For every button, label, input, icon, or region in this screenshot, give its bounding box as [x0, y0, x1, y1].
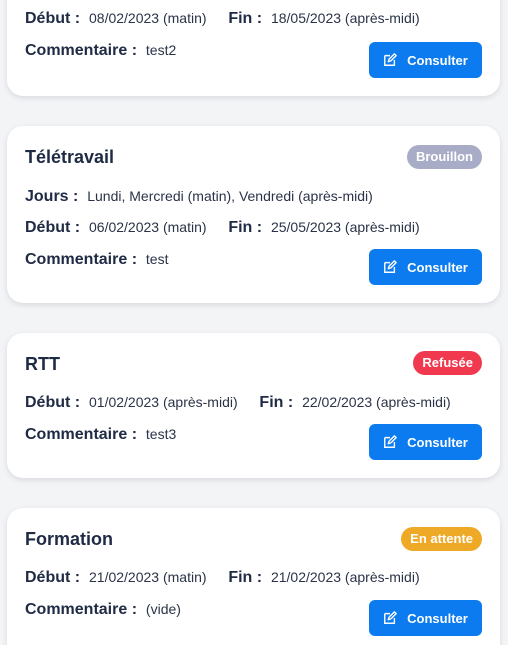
- date-row: Début : 08/02/2023 (matin) Fin : 18/05/2…: [25, 10, 420, 28]
- days-row: Jours : Lundi, Mercredi (matin), Vendred…: [25, 188, 373, 206]
- comment-value: test: [145, 251, 169, 267]
- edit-icon: [384, 611, 397, 624]
- consult-button-label: Consulter: [407, 610, 468, 626]
- request-card: Début : 08/02/2023 (matin) Fin : 18/05/2…: [7, 0, 500, 96]
- end-value: 22/02/2023 (après-midi): [302, 394, 451, 410]
- status-badge: Brouillon: [406, 145, 482, 169]
- days-label: Jours :: [25, 188, 79, 205]
- start-label: Début :: [25, 394, 81, 411]
- request-type-title: Télétravail: [25, 147, 115, 167]
- edit-icon: [384, 260, 397, 273]
- request-type-title: RTT: [25, 354, 60, 374]
- comment-value: test3: [145, 426, 177, 442]
- start-value: 01/02/2023 (après-midi): [89, 394, 238, 410]
- comment-label: Commentaire :: [25, 251, 138, 268]
- comment-row: Commentaire : (vide): [25, 601, 181, 619]
- request-type-title: Formation: [25, 529, 113, 549]
- start-label: Début :: [25, 219, 81, 236]
- date-row: Début : 21/02/2023 (matin) Fin : 21/02/2…: [25, 569, 420, 587]
- status-badge: Refusée: [413, 351, 482, 375]
- consult-button[interactable]: Consulter: [369, 42, 482, 78]
- end-label: Fin :: [259, 394, 294, 411]
- start-value: 21/02/2023 (matin): [89, 569, 207, 585]
- request-card: RTT Refusée Début : 01/02/2023 (après-mi…: [7, 333, 500, 478]
- comment-row: Commentaire : test3: [25, 426, 176, 444]
- consult-button-label: Consulter: [407, 434, 468, 450]
- start-label: Début :: [25, 569, 81, 586]
- end-label: Fin :: [228, 219, 263, 236]
- consult-button-label: Consulter: [407, 259, 468, 275]
- consult-button-label: Consulter: [407, 52, 468, 68]
- date-row: Début : 01/02/2023 (après-midi) Fin : 22…: [25, 394, 451, 412]
- request-card: Télétravail Brouillon Jours : Lundi, Mer…: [7, 126, 500, 303]
- end-label: Fin :: [228, 569, 263, 586]
- end-value: 25/05/2023 (après-midi): [270, 219, 420, 235]
- start-value: 08/02/2023 (matin): [89, 10, 207, 26]
- comment-value: (vide): [145, 601, 181, 617]
- request-list: Début : 08/02/2023 (matin) Fin : 18/05/2…: [0, 0, 508, 645]
- edit-icon: [384, 53, 397, 66]
- consult-button[interactable]: Consulter: [369, 424, 482, 460]
- comment-label: Commentaire :: [25, 42, 138, 59]
- consult-button[interactable]: Consulter: [369, 600, 482, 636]
- comment-label: Commentaire :: [25, 426, 138, 443]
- comment-row: Commentaire : test: [25, 251, 169, 269]
- comment-label: Commentaire :: [25, 601, 138, 618]
- request-card: Formation En attente Début : 21/02/2023 …: [7, 508, 500, 645]
- consult-button[interactable]: Consulter: [369, 249, 482, 285]
- date-row: Début : 06/02/2023 (matin) Fin : 25/05/2…: [25, 219, 420, 237]
- end-label: Fin :: [228, 10, 263, 27]
- edit-icon: [384, 435, 397, 448]
- start-label: Début :: [25, 10, 81, 27]
- comment-value: test2: [145, 42, 177, 58]
- end-value: 18/05/2023 (après-midi): [270, 10, 420, 26]
- status-badge: En attente: [401, 527, 482, 551]
- start-value: 06/02/2023 (matin): [89, 219, 207, 235]
- days-value: Lundi, Mercredi (matin), Vendredi (après…: [87, 188, 373, 204]
- end-value: 21/02/2023 (après-midi): [270, 569, 420, 585]
- comment-row: Commentaire : test2: [25, 42, 176, 60]
